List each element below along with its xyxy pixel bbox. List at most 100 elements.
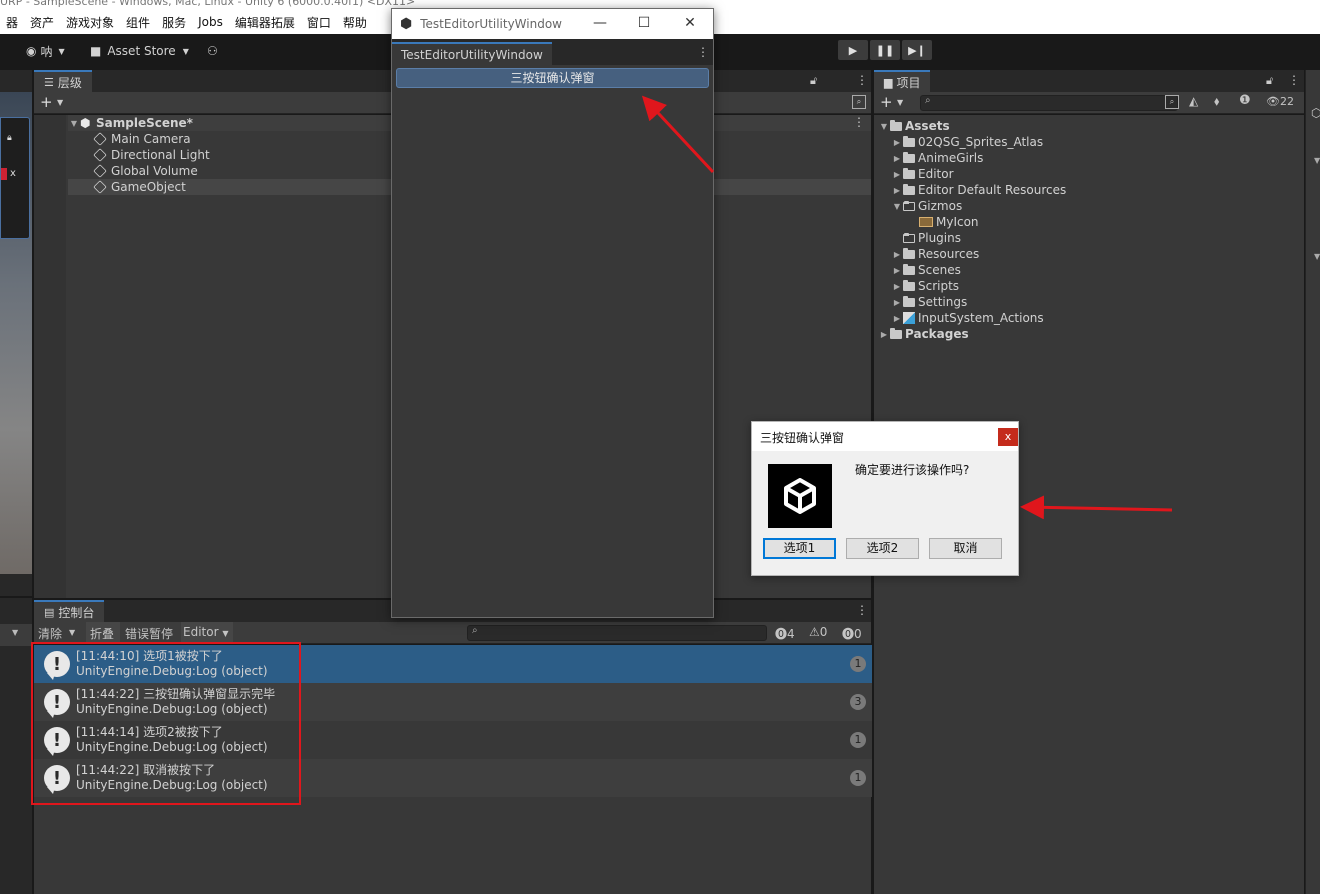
play-button[interactable]: ▶ — [838, 40, 868, 60]
close-button[interactable]: x — [998, 428, 1018, 446]
more-options-icon[interactable]: ⋮ — [853, 115, 865, 129]
eye-icon: 👁︎ — [1266, 95, 1280, 108]
chevron-down-icon[interactable]: ▼ — [12, 628, 18, 637]
lock-icon[interactable]: 🔓︎ — [1266, 74, 1273, 88]
expand-arrow-icon[interactable]: ▶ — [891, 170, 903, 179]
project-item-scenes[interactable]: ▶ Scenes — [891, 262, 961, 278]
expand-arrow-icon[interactable]: ▼ — [878, 122, 890, 131]
menu-item-services[interactable]: 服务 — [156, 14, 192, 31]
menu-item-gameobject[interactable]: 游戏对象 — [60, 14, 120, 31]
error-pause-button[interactable]: 错误暂停 — [125, 625, 173, 642]
hidden-packages-toggle[interactable]: 👁︎22 — [1266, 95, 1294, 108]
project-item-editor[interactable]: ▶ Editor — [891, 166, 954, 182]
more-options-icon[interactable]: ⋮ — [856, 603, 868, 617]
expand-arrow-icon[interactable]: ▶ — [891, 186, 903, 195]
option1-button[interactable]: 选项1 — [763, 538, 836, 559]
menu-item-assets[interactable]: 资产 — [24, 14, 60, 31]
project-item-02qsg[interactable]: ▶ 02QSG_Sprites_Atlas — [891, 134, 1043, 150]
expand-arrow-icon[interactable]: ▶ — [891, 154, 903, 163]
expand-arrow-icon[interactable]: ▶ — [891, 298, 903, 307]
filter-by-type-icon[interactable]: ◭ — [1189, 94, 1198, 108]
hierarchy-item-directional-light[interactable]: Directional Light — [93, 147, 210, 163]
more-options-icon[interactable]: ⋮ — [1288, 73, 1300, 87]
error-filter-icon[interactable]: ❶ — [1239, 93, 1251, 108]
clear-button[interactable]: 清除 — [38, 625, 62, 642]
scene-overlay-panel[interactable]: 🔒︎ x — [0, 117, 30, 239]
confirm-dialog: 三按钮确认弹窗 x 确定要进行该操作吗? 选项1 选项2 取消 — [751, 421, 1019, 576]
tab-hierarchy[interactable]: ☰ 层级 — [34, 70, 92, 92]
asset-store-button[interactable]: ■ Asset Store ▼ — [90, 42, 189, 60]
project-item-scripts[interactable]: ▶ Scripts — [891, 278, 959, 294]
project-item-assets[interactable]: ▼ Assets — [878, 118, 950, 134]
menu-item-jobs[interactable]: Jobs — [192, 15, 229, 29]
project-item-plugins[interactable]: Plugins — [903, 230, 961, 246]
project-item-resources[interactable]: ▶ Resources — [891, 246, 979, 262]
dialog-titlebar[interactable]: 三按钮确认弹窗 — [752, 422, 1018, 451]
search-by-type-icon[interactable]: ⌕ — [852, 95, 866, 109]
project-item-myicon[interactable]: MyIcon — [919, 214, 979, 230]
cancel-button[interactable]: 取消 — [929, 538, 1002, 559]
menu-item-help[interactable]: 帮助 — [337, 14, 373, 31]
maximize-icon[interactable]: ☐ — [634, 15, 654, 31]
menu-item-editor-ext[interactable]: 编辑器拓展 — [229, 14, 301, 31]
chevron-down-icon[interactable]: ▼ — [69, 628, 75, 637]
chevron-down-icon[interactable]: ▼ — [1314, 252, 1320, 261]
expand-arrow-icon[interactable]: ▶ — [891, 282, 903, 291]
option2-button[interactable]: 选项2 — [846, 538, 919, 559]
project-item-editor-default-resources[interactable]: ▶ Editor Default Resources — [891, 182, 1066, 198]
log-count-toggle[interactable]: ⓿4 — [775, 625, 795, 642]
tab-console[interactable]: ▤ 控制台 — [34, 600, 105, 622]
project-search-input[interactable]: ⌕ — [920, 95, 1178, 111]
expand-arrow-icon[interactable]: ▼ — [891, 202, 903, 211]
search-by-type-icon[interactable]: ⌕ — [1165, 95, 1179, 109]
project-item-packages[interactable]: ▶ Packages — [878, 326, 969, 342]
project-item-gizmos[interactable]: ▼ Gizmos — [891, 198, 962, 214]
search-icon: ⌕ — [925, 95, 931, 106]
project-item-settings[interactable]: ▶ Settings — [891, 294, 967, 310]
expand-arrow-icon[interactable]: ▶ — [891, 314, 903, 323]
error-count-toggle[interactable]: ⓿0 — [842, 625, 862, 642]
menu-item-0[interactable]: 器 — [0, 14, 24, 31]
collapse-button[interactable]: 折叠 — [86, 622, 120, 644]
account-button[interactable]: ◉ 呐 ▼ — [26, 42, 65, 60]
log-count: 4 — [787, 627, 795, 641]
unity-scene-icon: ⬢ — [80, 116, 91, 130]
close-icon[interactable]: ✕ — [680, 15, 700, 31]
expand-arrow-icon[interactable]: ▼ — [68, 119, 80, 128]
utility-window-titlebar[interactable]: ⬢ TestEditorUtilityWindow — ☐ ✕ — [392, 9, 713, 39]
three-button-dialog-button[interactable]: 三按钮确认弹窗 — [396, 68, 709, 88]
chevron-down-icon[interactable]: ▼ — [57, 98, 63, 107]
tab-utility-window[interactable]: TestEditorUtilityWindow — [392, 42, 552, 65]
hierarchy-item-global-volume[interactable]: Global Volume — [93, 163, 198, 179]
search-icon: ⌕ — [472, 625, 478, 636]
more-options-icon[interactable]: ⋮ — [697, 45, 709, 59]
pause-button[interactable]: ❚❚ — [870, 40, 900, 60]
filter-by-label-icon[interactable]: ⬧ — [1214, 94, 1219, 109]
hierarchy-item-main-camera[interactable]: Main Camera — [93, 131, 191, 147]
add-icon[interactable]: + — [40, 93, 53, 111]
expand-arrow-icon[interactable]: ▶ — [891, 250, 903, 259]
step-button[interactable]: ▶❙ — [902, 40, 932, 60]
warning-count-toggle[interactable]: ⚠0 — [809, 625, 827, 639]
lock-icon[interactable]: 🔓︎ — [810, 74, 817, 88]
unity-logo-icon: ⬢ — [400, 16, 413, 32]
folder-icon — [903, 279, 915, 291]
add-icon[interactable]: + — [880, 93, 893, 111]
project-item-inputsystem[interactable]: ▶ InputSystem_Actions — [891, 310, 1044, 326]
menu-item-component[interactable]: 组件 — [120, 14, 156, 31]
project-item-animegirls[interactable]: ▶ AnimeGirls — [891, 150, 983, 166]
version-control-icon[interactable]: ⚇ — [207, 42, 218, 60]
chevron-down-icon[interactable]: ▼ — [897, 98, 903, 107]
folder-icon — [890, 119, 902, 131]
expand-arrow-icon[interactable]: ▶ — [891, 138, 903, 147]
minimize-icon[interactable]: — — [590, 15, 610, 31]
tab-project[interactable]: ▆ 项目 — [874, 70, 931, 92]
editor-dropdown[interactable]: Editor ▼ — [181, 622, 233, 644]
menu-item-window[interactable]: 窗口 — [301, 14, 337, 31]
expand-arrow-icon[interactable]: ▶ — [891, 266, 903, 275]
unity-cube-icon — [784, 478, 816, 514]
more-options-icon[interactable]: ⋮ — [856, 73, 868, 87]
console-search-input[interactable]: ⌕ — [467, 625, 767, 641]
chevron-down-icon[interactable]: ▼ — [1314, 156, 1320, 165]
expand-arrow-icon[interactable]: ▶ — [878, 330, 890, 339]
